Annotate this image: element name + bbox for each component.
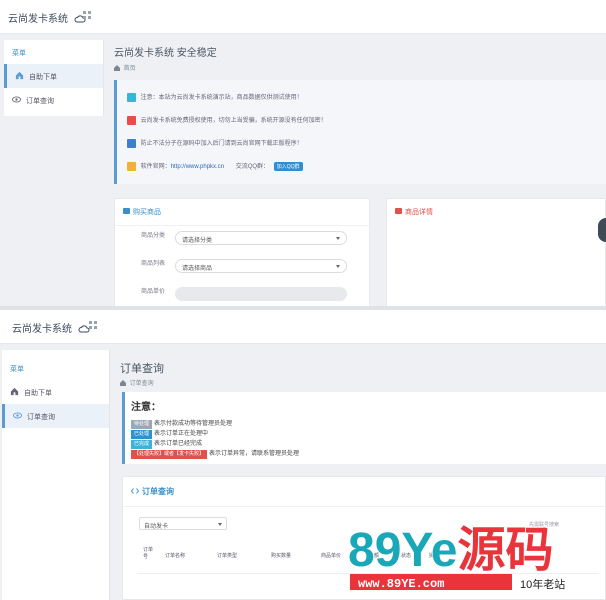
status-badge-processing: 已处理 (131, 430, 153, 439)
home-icon (114, 65, 120, 71)
legend-row: 待处理 表示付款成功等待管理员处理 (131, 419, 600, 429)
watermark-logo: 89Ye源码 www.89YE.com 10年老站 (347, 523, 565, 591)
eye-icon (12, 96, 21, 103)
chevron-down-icon (336, 265, 340, 268)
page-title: 订单查询 (120, 363, 164, 375)
sidebar-heading: 菜单 (12, 50, 26, 57)
eye-icon (13, 412, 22, 419)
notice-text: 防止不法分子在源码中加入后门请到云尚官网下载正版程序！ (140, 141, 303, 147)
watermark-slogan: 10年老站 (520, 577, 565, 591)
notice-box: 注意：本站为云尚发卡系统演示站，商品数据仅供测试使用！ 云尚发卡系统免费授权使用… (114, 80, 606, 184)
product-label: 商品列表 (140, 261, 165, 267)
notice-item: 注意：本站为云尚发卡系统演示站，商品数据仅供测试使用！ (127, 92, 303, 102)
home-icon (10, 387, 19, 396)
sidebar-item-label: 订单查询 (27, 414, 55, 421)
breadcrumb-link[interactable]: 订单查询 (130, 381, 154, 387)
watermark-logo-text: 89Ye源码 (348, 524, 553, 577)
column-header-quantity: 购买数量 (271, 553, 292, 559)
buy-panel-title: 购买商品 (115, 199, 369, 226)
chevron-down-icon (218, 523, 222, 526)
breadcrumb: 首页 (114, 63, 136, 72)
legend-text: 表示订单异常，请联系管理员处理 (209, 451, 300, 457)
detail-panel: 商品详情 (386, 198, 606, 308)
screenshot-home: 云尚发卡系统 菜单 自助下单 订单查询 云尚发卡系统 安全稳定 首页 注意：本站… (0, 0, 606, 308)
legend-title: 注意： (131, 402, 161, 413)
order-type-value: 自动发卡 (144, 524, 169, 530)
price-label: 商品单价 (140, 289, 165, 295)
query-panel-title-text: 订单查询 (142, 487, 174, 496)
grid-menu-icon[interactable] (82, 10, 92, 20)
buy-panel-title-text: 购买商品 (133, 209, 161, 216)
price-input (175, 287, 347, 301)
query-panel-title: 订单查询 (123, 477, 605, 507)
brand-title: 云尚发卡系统 (12, 324, 72, 335)
home-icon (15, 71, 24, 80)
column-header-name: 订单名称 (165, 553, 186, 559)
breadcrumb-link[interactable]: 首页 (124, 66, 136, 72)
legend-row: 【处理失败】或者【发卡失败】 表示订单异常，请联系管理员处理 (131, 449, 600, 459)
qq-group-label: 交流QQ群： (235, 164, 270, 170)
sidebar-item-order[interactable]: 自助下单 (4, 64, 103, 88)
page-title: 云尚发卡系统 安全稳定 (114, 48, 217, 59)
legend-text: 表示订单已经完成 (154, 441, 203, 447)
warning-icon (127, 115, 136, 125)
notice-item: 防止不法分子在源码中加入后门请到云尚官网下载正版程序！ (127, 138, 303, 148)
code-icon (131, 488, 139, 494)
chevron-down-icon (336, 237, 340, 240)
notice-item: 软件官网：http://www.phpkx.cn 交流QQ群： 加入QQ群 (127, 161, 303, 171)
home-icon (120, 380, 126, 386)
category-select-value: 请选择分类 (182, 238, 213, 244)
sidebar-item-label: 订单查询 (26, 98, 54, 105)
top-bar: 云尚发卡系统 (0, 0, 606, 34)
floating-toggle-button[interactable] (598, 218, 606, 242)
shield-icon (127, 138, 136, 148)
status-badge-failed: 【处理失败】或者【发卡失败】 (131, 450, 208, 459)
column-header-unit-price: 商品单价 (321, 553, 342, 559)
product-select-value: 请选择商品 (182, 266, 213, 272)
status-legend-box: 注意： 待处理 表示付款成功等待管理员处理 已处理 表示订单正在处理中 已完成 表示订… (122, 392, 606, 464)
link-icon (127, 161, 136, 171)
sidebar-item-order[interactable]: 自助下单 (2, 380, 109, 404)
join-qq-group-button[interactable]: 加入QQ群 (273, 161, 303, 171)
status-badge-done: 已完成 (131, 440, 153, 449)
sidebar-item-query[interactable]: 订单查询 (4, 88, 103, 112)
status-badge-pending: 待处理 (131, 420, 153, 429)
sidebar-item-label: 自助下单 (24, 390, 52, 397)
category-label: 商品分类 (140, 233, 165, 239)
briefcase-icon (395, 208, 402, 214)
column-header-order-no: 订单号 (143, 547, 154, 560)
legend-text: 表示付款成功等待管理员处理 (154, 421, 233, 427)
detail-panel-title: 商品详情 (387, 199, 605, 225)
legend-row: 已处理 表示订单正在处理中 (131, 429, 600, 439)
notice-text: 云尚发卡系统免费授权使用，切勿上当受骗，系统开源没有任何加密！ (140, 118, 327, 124)
sidebar-item-label: 自助下单 (29, 74, 57, 81)
product-select[interactable]: 请选择商品 (175, 259, 347, 273)
info-icon (127, 92, 136, 102)
buy-panel: 购买商品 商品分类 请选择分类 商品列表 请选择商品 商品单价 (114, 198, 370, 308)
notice-text: 软件官网： (140, 164, 171, 170)
order-type-select[interactable]: 自动发卡 (139, 517, 227, 530)
notice-text: 注意：本站为云尚发卡系统演示站，商品数据仅供测试使用！ (140, 95, 303, 101)
notice-item: 云尚发卡系统免费授权使用，切勿上当受骗，系统开源没有任何加密！ (127, 115, 327, 125)
detail-panel-title-text: 商品详情 (405, 209, 433, 216)
sidebar: 菜单 自助下单 订单查询 (2, 350, 110, 600)
sidebar: 菜单 自助下单 订单查询 (4, 40, 104, 116)
top-bar: 云尚发卡系统 (0, 310, 606, 344)
sidebar-heading: 菜单 (10, 366, 24, 373)
grid-menu-icon[interactable] (88, 320, 98, 330)
category-select[interactable]: 请选择分类 (175, 231, 347, 245)
cart-icon (123, 208, 130, 214)
column-header-type: 订单类型 (217, 553, 238, 559)
watermark-site: www.89YE.com (358, 577, 444, 591)
brand[interactable]: 云尚发卡系统 (12, 320, 90, 335)
sidebar-item-query[interactable]: 订单查询 (2, 404, 109, 428)
breadcrumb: 订单查询 (120, 378, 154, 387)
screenshot-order-query: 云尚发卡系统 菜单 自助下单 订单查询 订单查询 订单查询 注意： 待处理 表示… (0, 310, 606, 600)
legend-row: 已完成 表示订单已经完成 (131, 439, 600, 449)
official-site-link[interactable]: http://www.phpkx.cn (171, 164, 224, 170)
brand[interactable]: 云尚发卡系统 (8, 10, 86, 25)
brand-title: 云尚发卡系统 (8, 14, 68, 25)
legend-text: 表示订单正在处理中 (154, 431, 209, 437)
